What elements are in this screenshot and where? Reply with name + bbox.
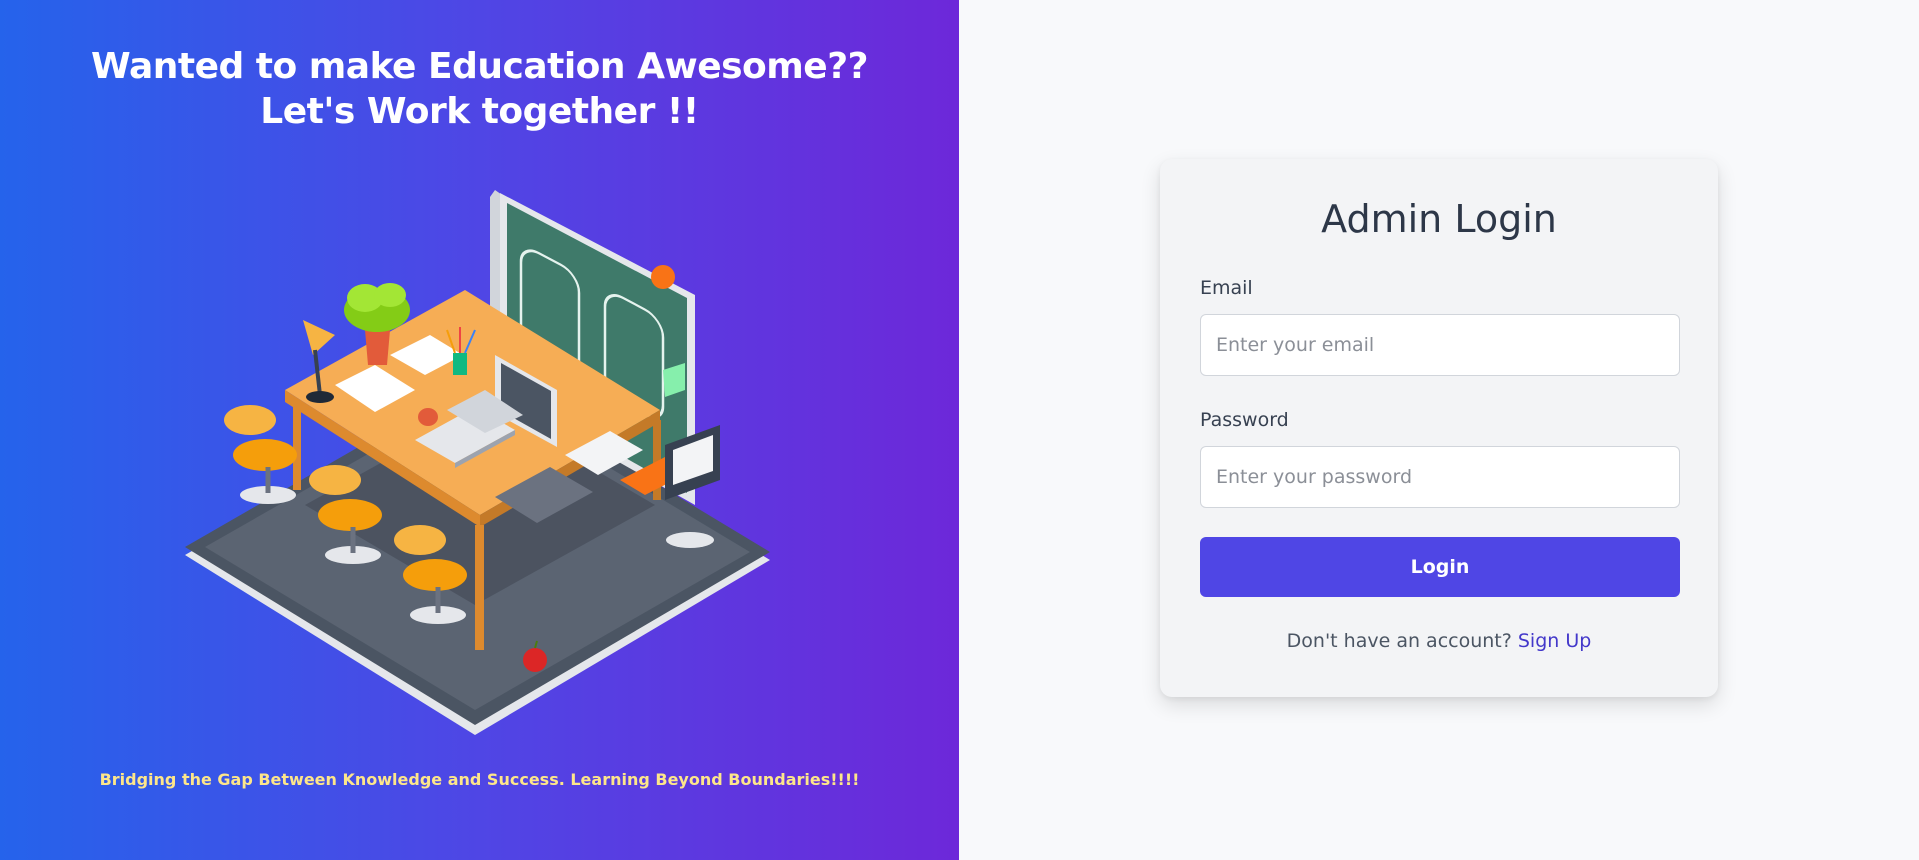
login-card: Admin Login Email Password Login Don't h… xyxy=(1160,159,1718,697)
email-label: Email xyxy=(1200,277,1253,299)
password-input[interactable] xyxy=(1200,446,1680,508)
login-panel: Admin Login Email Password Login Don't h… xyxy=(959,0,1919,860)
hero-panel: Wanted to make Education Awesome?? Let's… xyxy=(0,0,959,860)
login-page: Wanted to make Education Awesome?? Let's… xyxy=(0,0,1919,860)
hero-title: Wanted to make Education Awesome?? Let's… xyxy=(0,44,959,134)
signup-link[interactable]: Sign Up xyxy=(1518,630,1591,652)
signup-prompt: Don't have an account? xyxy=(1286,630,1518,652)
signup-row: Don't have an account? Sign Up xyxy=(1160,630,1718,652)
hero-title-line-2: Let's Work together !! xyxy=(260,91,699,132)
classroom-illustration xyxy=(185,190,770,735)
hero-tagline: Bridging the Gap Between Knowledge and S… xyxy=(99,770,860,789)
hero-title-line-1: Wanted to make Education Awesome?? xyxy=(91,46,868,87)
login-button[interactable]: Login xyxy=(1200,537,1680,597)
login-title: Admin Login xyxy=(1321,197,1557,241)
email-input[interactable] xyxy=(1200,314,1680,376)
password-label: Password xyxy=(1200,409,1289,431)
